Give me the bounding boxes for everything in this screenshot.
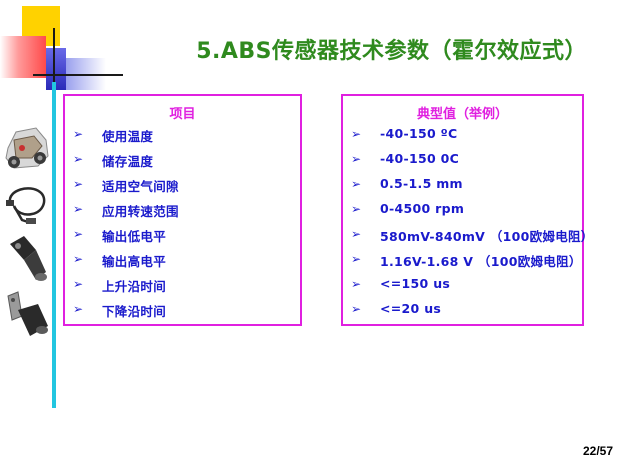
decorative-vertical-line: [53, 28, 55, 82]
list-item: ➢ <=20 us: [343, 298, 582, 323]
item-label: 应用转速范围: [102, 204, 179, 219]
item-label: 输出低电平: [102, 229, 167, 244]
arrow-bullet-icon: ➢: [73, 127, 84, 141]
value-text: -40-150 ºC: [380, 126, 458, 141]
arrow-bullet-icon: ➢: [351, 302, 362, 316]
list-item: ➢ 580mV-840mV （100欧姆电阻）: [343, 223, 593, 248]
list-item: ➢ 1.16V-1.68 V （100欧姆电阻）: [343, 248, 582, 273]
arrow-bullet-icon: ➢: [351, 252, 362, 266]
value-text: 0.5-1.5 mm: [380, 176, 463, 191]
item-label: 上升沿时间: [102, 279, 167, 294]
list-item: ➢ 应用转速范围: [65, 198, 300, 223]
value-text: -40-150 0C: [380, 151, 460, 166]
item-label: 输出高电平: [102, 254, 167, 269]
bracket-sensor-image: [7, 291, 48, 336]
items-header: 项目: [169, 107, 196, 122]
arrow-bullet-icon: ➢: [351, 177, 362, 191]
arrow-bullet-icon: ➢: [73, 202, 84, 216]
speed-sensor-image: [10, 236, 47, 281]
list-item: ➢ <=150 us: [343, 273, 582, 298]
value-text: 580mV-840mV （100欧姆电阻）: [380, 229, 594, 244]
values-header: 典型值（举例）: [416, 107, 508, 122]
list-item: ➢ -40-150 0C: [343, 148, 582, 173]
arrow-bullet-icon: ➢: [351, 127, 362, 141]
parameter-items-box: 项目 ➢ 使用温度 ➢ 储存温度 ➢ 适用空气间隙 ➢ 应用转速范围 ➢ 输出低…: [63, 94, 302, 326]
list-item: ➢ 输出高电平: [65, 248, 300, 273]
arrow-bullet-icon: ➢: [73, 227, 84, 241]
value-text: <=20 us: [380, 301, 442, 316]
arrow-bullet-icon: ➢: [351, 152, 362, 166]
arrow-bullet-icon: ➢: [351, 202, 362, 216]
item-label: 使用温度: [102, 129, 154, 144]
list-item: ➢ 输出低电平: [65, 223, 300, 248]
arrow-bullet-icon: ➢: [73, 302, 84, 316]
list-item: ➢ 储存温度: [65, 148, 300, 173]
arrow-bullet-icon: ➢: [351, 277, 362, 291]
arrow-bullet-icon: ➢: [73, 177, 84, 191]
slide-title: 5.ABS传感器技术参数（霍尔效应式）: [196, 39, 587, 64]
sensor-cable-image: [6, 187, 46, 224]
item-label: 适用空气间隙: [102, 179, 179, 194]
list-item: ➢ 0.5-1.5 mm: [343, 173, 582, 198]
slide: 5.ABS传感器技术参数（霍尔效应式） 项目 ➢ 使用温度 ➢ 储存温度 ➢ 适…: [0, 0, 621, 468]
car-chassis-image: [5, 127, 49, 169]
item-label: 下降沿时间: [102, 304, 167, 319]
arrow-bullet-icon: ➢: [73, 277, 84, 291]
decorative-cyan-line: [52, 82, 56, 408]
list-item: ➢ -40-150 ºC: [343, 123, 582, 148]
list-item: ➢ 使用温度: [65, 123, 300, 148]
typical-values-box: 典型值（举例） ➢ -40-150 ºC ➢ -40-150 0C ➢ 0.5-…: [341, 94, 593, 326]
arrow-bullet-icon: ➢: [73, 152, 84, 166]
arrow-bullet-icon: ➢: [351, 227, 362, 241]
decorative-horizontal-line: [33, 74, 123, 76]
value-text: 1.16V-1.68 V （100欧姆电阻）: [380, 254, 582, 269]
values-list: ➢ -40-150 ºC ➢ -40-150 0C ➢ 0.5-1.5 mm ➢…: [343, 123, 593, 323]
value-text: 0-4500 rpm: [380, 201, 465, 216]
items-list: ➢ 使用温度 ➢ 储存温度 ➢ 适用空气间隙 ➢ 应用转速范围 ➢ 输出低电平 …: [65, 123, 300, 323]
page-number: 22/57: [582, 444, 613, 458]
decorative-red-block: [0, 36, 46, 78]
item-label: 储存温度: [102, 154, 154, 169]
list-item: ➢ 0-4500 rpm: [343, 198, 582, 223]
list-item: ➢ 下降沿时间: [65, 298, 300, 323]
list-item: ➢ 上升沿时间: [65, 273, 300, 298]
list-item: ➢ 适用空气间隙: [65, 173, 300, 198]
decorative-blue-block: [46, 48, 66, 90]
value-text: <=150 us: [380, 276, 451, 291]
arrow-bullet-icon: ➢: [73, 252, 84, 266]
